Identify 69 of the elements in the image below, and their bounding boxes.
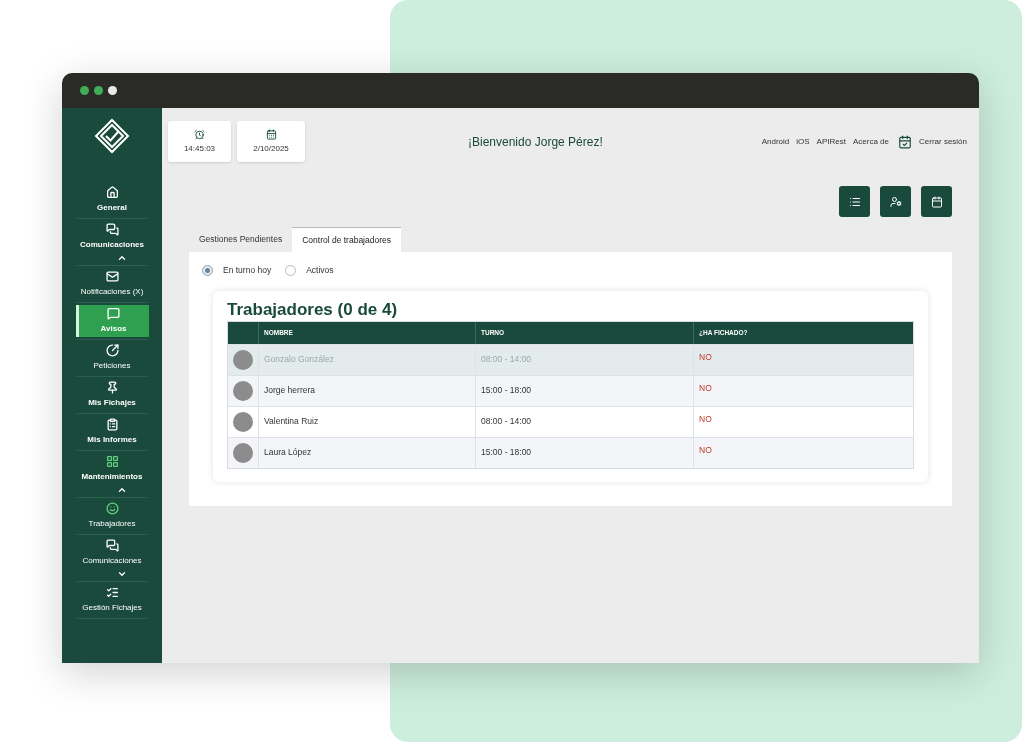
sidebar-item[interactable]: Trabajadores	[75, 500, 149, 532]
radio-button[interactable]	[285, 264, 297, 276]
table-cell: 15:00 - 18:00	[481, 446, 532, 460]
caret-up-icon[interactable]	[116, 253, 127, 263]
mail-icon	[105, 270, 119, 283]
grid-icon	[105, 455, 119, 468]
tab[interactable]: Gestiones Pendientes	[189, 227, 293, 252]
table-cell: NO	[699, 351, 712, 365]
message-icon	[107, 307, 120, 320]
sidebar-item[interactable]: Mantenimientos	[75, 453, 149, 485]
table-cell: NO	[699, 413, 712, 427]
avatar-icon	[233, 442, 253, 463]
table-cell: Laura López	[264, 446, 312, 460]
calendar-icon	[930, 195, 943, 208]
header-link[interactable]: APIRest	[816, 135, 846, 148]
card-title: Trabajadores (0 de 4)	[227, 298, 399, 321]
alarm-clock-icon	[194, 128, 205, 140]
table-cell: NO	[699, 444, 712, 458]
avatar-icon	[233, 411, 253, 432]
time-text: 14:45:03	[183, 142, 216, 155]
clipboard-icon	[105, 418, 119, 431]
table-cell: Jorge herrera	[264, 384, 316, 398]
welcome-text: ¡Bienvenido Jorge Pérez!	[468, 133, 603, 151]
sidebar-item[interactable]: Notificaciones (X)	[75, 268, 149, 300]
sidebar-item[interactable]: Mis Fichajes	[75, 379, 149, 411]
circle-arrows-icon	[105, 344, 119, 357]
smile-icon	[105, 502, 119, 515]
sidebar-item[interactable]: Gestión Fichajes	[75, 584, 149, 616]
radio-label: En turno hoy	[223, 264, 272, 277]
pin-icon	[105, 381, 119, 394]
table-cell: Gonzalo González	[264, 353, 334, 367]
table-cell: Valentina Ruiz	[264, 415, 319, 429]
sidebar-item[interactable]: Comunicaciones	[75, 537, 149, 569]
sidebar-item[interactable]: Mis Informes	[75, 416, 149, 448]
table-cell: 08:00 - 14:00	[481, 415, 532, 429]
chat-bubbles-icon	[105, 223, 119, 236]
list-icon	[848, 195, 861, 208]
sidebar-item[interactable]: Comunicaciones	[75, 221, 149, 253]
header-link[interactable]: Acerca de	[852, 135, 889, 148]
logout-link[interactable]: Cerrar sesión	[919, 135, 967, 148]
diamond-check-logo-icon	[94, 118, 130, 154]
table-row[interactable]: Jorge herrera 15:00 - 18:00 NO	[228, 374, 913, 406]
sidebar-item[interactable]: Peticiones	[75, 342, 149, 374]
list-button[interactable]	[839, 186, 870, 217]
radio-button[interactable]	[202, 264, 213, 276]
calendar-button[interactable]	[921, 186, 952, 217]
radio-label: Activos	[306, 264, 334, 277]
caret-down-icon[interactable]	[116, 569, 127, 579]
checklist-icon	[105, 586, 119, 599]
tab[interactable]: Control de trabajadores	[292, 227, 401, 252]
avatar-icon	[233, 380, 253, 401]
calendar-icon	[265, 128, 277, 140]
home-icon	[105, 186, 119, 199]
header-link[interactable]: iOS	[796, 135, 810, 148]
avatar-icon	[233, 349, 253, 370]
table-cell: 15:00 - 18:00	[481, 384, 532, 398]
table-row[interactable]: Valentina Ruiz 08:00 - 14:00 NO	[228, 405, 913, 437]
table-row[interactable]: Gonzalo González 08:00 - 14:00 NO	[228, 343, 913, 375]
table-cell: 08:00 - 14:00	[481, 353, 532, 367]
date-text: 2/10/2025	[253, 142, 289, 155]
caret-up-icon[interactable]	[116, 485, 127, 495]
header-link[interactable]: Android	[761, 135, 790, 148]
table-cell: NO	[699, 382, 712, 396]
user-settings-button[interactable]	[880, 186, 911, 217]
chat-bubbles-icon	[105, 539, 119, 552]
calendar-check-icon[interactable]	[898, 134, 912, 149]
user-gear-icon	[889, 195, 902, 208]
sidebar-item[interactable]: General	[75, 184, 149, 216]
table-row[interactable]: Laura López 15:00 - 18:00 NO	[228, 436, 913, 468]
